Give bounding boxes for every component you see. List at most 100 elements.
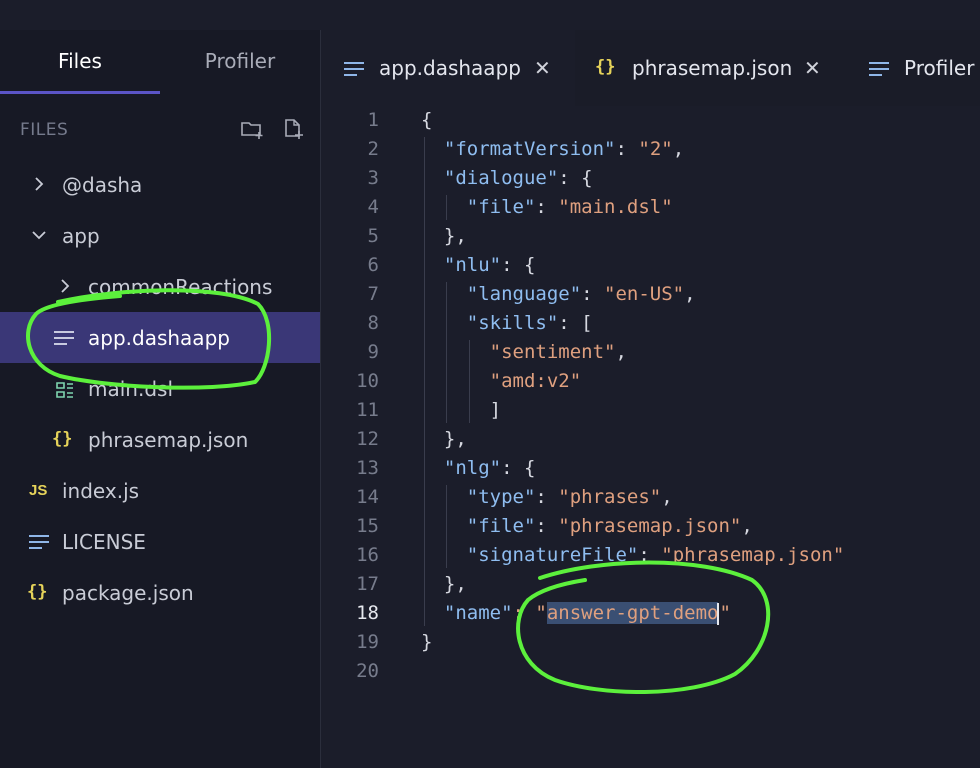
json-string: "2"	[638, 138, 673, 160]
braces-icon: {}	[27, 582, 48, 602]
selected-text: answer-gpt-demo	[546, 602, 719, 624]
lines-icon	[344, 62, 364, 76]
braces-icon: {}	[595, 57, 616, 77]
code-line[interactable]: }	[421, 628, 432, 657]
tree-item-label: app.dashaapp	[88, 326, 230, 350]
tab-app-dashaapp[interactable]: app.dashaapp ✕	[321, 30, 575, 106]
json-key: "file"	[466, 196, 536, 218]
tree-item-license[interactable]: LICENSE	[0, 516, 320, 567]
code-line[interactable]: "file": "main.dsl"	[421, 193, 673, 222]
code-line[interactable]: },	[421, 222, 467, 251]
file-explorer-sidebar: Files Profiler FILES @dasha app commonRe…	[0, 30, 321, 768]
tree-item-label: LICENSE	[62, 530, 146, 554]
tree-item-index-js[interactable]: JS index.js	[0, 465, 320, 516]
code-punctuation: ,	[741, 515, 753, 537]
tree-item-main-dsl[interactable]: main.dsl	[0, 363, 320, 414]
code-punctuation: ,	[661, 486, 673, 508]
code-line[interactable]: ]	[421, 396, 501, 425]
json-key: "type"	[466, 486, 536, 508]
line-number: 14	[356, 486, 379, 508]
line-number: 18	[356, 602, 379, 624]
close-icon[interactable]: ✕	[804, 56, 821, 80]
tree-item-phrasemap-json[interactable]: {} phrasemap.json	[0, 414, 320, 465]
json-key: "nlu"	[443, 254, 502, 276]
code-punctuation: :	[535, 486, 559, 508]
code-punctuation: :	[535, 515, 559, 537]
line-number: 2	[367, 138, 379, 160]
window-top-bar	[0, 0, 980, 31]
code-line[interactable]: "type": "phrases",	[421, 483, 673, 512]
code-line[interactable]: "dialogue": {	[421, 164, 593, 193]
code-line[interactable]: "name": "answer-gpt-demo"	[421, 599, 731, 628]
code-punctuation: :	[638, 544, 662, 566]
code-punctuation: : {	[558, 167, 593, 189]
tree-item-label: main.dsl	[88, 377, 173, 401]
line-number: 12	[356, 428, 379, 450]
js-file-icon: JS	[29, 482, 48, 499]
tree-item-label: index.js	[62, 479, 140, 503]
code-line[interactable]: {	[421, 106, 432, 135]
json-string: "main.dsl"	[558, 196, 673, 218]
tab-profiler[interactable]: Profiler	[845, 30, 980, 106]
code-punctuation: {	[421, 109, 433, 131]
tab-phrasemap-json[interactable]: {} phrasemap.json ✕	[575, 30, 845, 106]
dsl-file-icon	[56, 382, 73, 398]
json-key: "dialogue"	[443, 167, 559, 189]
code-line[interactable]: "nlu": {	[421, 251, 536, 280]
code-line[interactable]: "signatureFile": "phrasemap.json"	[421, 541, 845, 570]
indent-guide	[424, 137, 425, 626]
code-line[interactable]: "nlg": {	[421, 454, 536, 483]
code-line[interactable]: "formatVersion": "2",	[421, 135, 684, 164]
tree-item-app-folder[interactable]: app	[0, 210, 320, 261]
code-punctuation	[421, 312, 467, 334]
code-line[interactable]: },	[421, 425, 467, 454]
json-key: "name"	[443, 602, 513, 624]
line-number: 4	[367, 196, 379, 218]
line-number: 5	[367, 225, 379, 247]
line-number: 16	[356, 544, 379, 566]
code-line[interactable]: },	[421, 570, 467, 599]
code-line[interactable]: "sentiment",	[421, 338, 627, 367]
tree-item-app-dashaapp[interactable]: app.dashaapp	[0, 312, 320, 363]
chevron-down-icon	[32, 231, 46, 240]
json-string-quote: "	[719, 602, 731, 624]
code-line[interactable]: "language": "en-US",	[421, 280, 696, 309]
new-file-icon[interactable]	[282, 118, 304, 140]
code-punctuation: }	[421, 631, 433, 653]
code-punctuation: ,	[615, 341, 627, 363]
code-punctuation	[421, 544, 467, 566]
line-number: 1	[367, 109, 379, 131]
chevron-right-icon	[35, 177, 44, 191]
new-folder-icon[interactable]	[240, 118, 264, 140]
lines-icon	[54, 331, 74, 345]
line-number: 3	[367, 167, 379, 189]
tree-item-label: app	[62, 224, 100, 248]
code-punctuation: :	[615, 138, 639, 160]
tree-item-package-json[interactable]: {} package.json	[0, 567, 320, 618]
tab-label: Profiler	[904, 56, 975, 80]
close-icon[interactable]: ✕	[534, 56, 551, 80]
tab-profiler[interactable]: Profiler	[160, 30, 320, 92]
indent-guide	[446, 485, 447, 568]
line-number: 20	[356, 660, 379, 682]
tab-label: phrasemap.json	[632, 56, 793, 80]
json-key: "formatVersion"	[443, 138, 616, 160]
line-number: 17	[356, 573, 379, 595]
code-punctuation	[421, 283, 467, 305]
braces-icon: {}	[52, 429, 73, 449]
code-punctuation	[421, 370, 490, 392]
json-string: "phrasemap.json"	[558, 515, 742, 537]
lines-icon	[869, 62, 889, 76]
tab-files[interactable]: Files	[0, 30, 160, 94]
code-editor[interactable]: 1{2 "formatVersion": "2", 3 "dialogue": {…	[321, 106, 980, 768]
json-string: "amd:v2"	[489, 370, 582, 392]
code-punctuation	[421, 515, 467, 537]
tree-item-commonreactions-folder[interactable]: commonReactions	[0, 261, 320, 312]
code-punctuation: :	[535, 196, 559, 218]
line-number: 8	[367, 312, 379, 334]
line-number: 9	[367, 341, 379, 363]
tree-item-label: package.json	[62, 581, 194, 605]
code-punctuation: : {	[501, 254, 536, 276]
tree-item-dasha-folder[interactable]: @dasha	[0, 159, 320, 210]
code-line[interactable]: "file": "phrasemap.json",	[421, 512, 753, 541]
